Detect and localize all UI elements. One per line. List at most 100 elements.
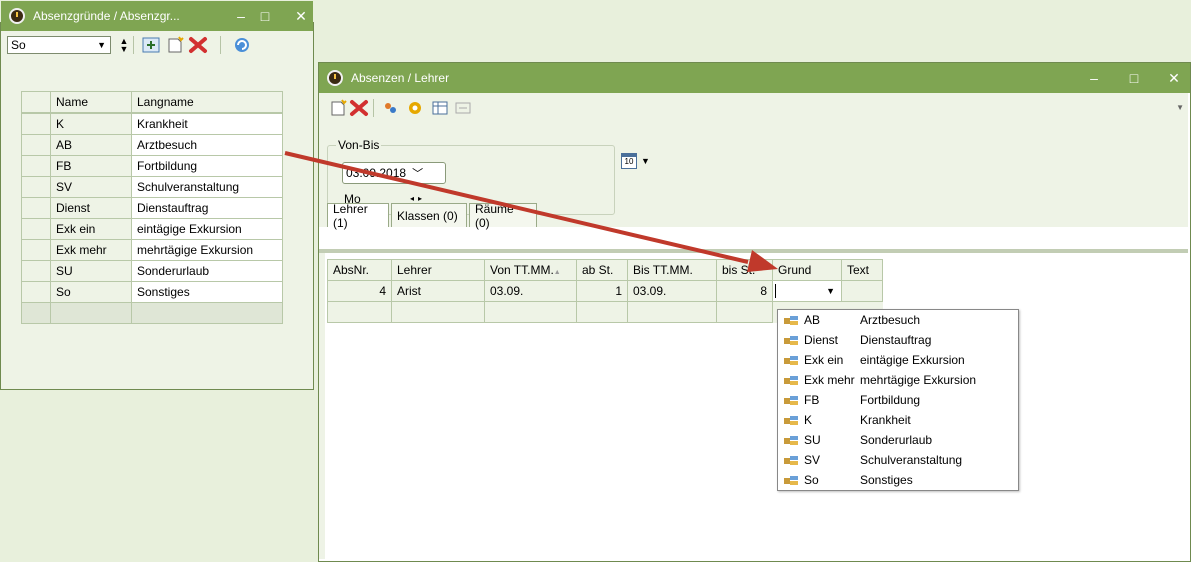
absenzgruende-titlebar[interactable]: Absenzgründe / Absenzgr... – □ ✕	[1, 1, 313, 31]
absenzen-titlebar[interactable]: Absenzen / Lehrer – □ ✕	[319, 63, 1190, 93]
tab-lehrer[interactable]: Lehrer (1)	[327, 202, 389, 230]
dropdown-item[interactable]: FB Fortbildung	[778, 390, 1018, 410]
chevron-down-icon[interactable]: ▼	[641, 156, 650, 166]
grund-combo[interactable]: ▼	[775, 283, 839, 300]
cell-name[interactable]: Dienst	[50, 197, 132, 219]
row-indicator[interactable]	[21, 260, 51, 282]
table-row[interactable]: SV Schulveranstaltung	[21, 176, 283, 198]
delete-x-icon[interactable]	[349, 99, 369, 117]
cell-name[interactable]: Exk ein	[50, 218, 132, 240]
import-icon[interactable]	[454, 100, 472, 116]
new-doc-icon[interactable]	[166, 36, 184, 54]
row-indicator[interactable]	[21, 218, 51, 240]
maximize-button[interactable]: □	[1122, 70, 1146, 86]
maximize-button[interactable]: □	[253, 8, 277, 24]
tab-klassen[interactable]: Klassen (0)	[391, 203, 467, 227]
users-icon[interactable]	[382, 100, 398, 116]
table-row[interactable]: So Sonstiges	[21, 281, 283, 303]
day-stepper[interactable]: ◂▸	[410, 194, 426, 203]
dropdown-item[interactable]: K Krankheit	[778, 410, 1018, 430]
column-header-grund[interactable]: Grund	[772, 259, 842, 281]
column-header-lehrer[interactable]: Lehrer	[391, 259, 485, 281]
table-row[interactable]: 4 Arist 03.09. 1 03.09. 8 ▼	[327, 280, 883, 302]
cell-name[interactable]: So	[50, 281, 132, 303]
cell-von[interactable]: 03.09.	[484, 280, 577, 302]
cell-langname[interactable]: eintägige Exkursion	[131, 218, 283, 240]
column-header-von[interactable]: Von TT.MM.▲	[484, 259, 577, 281]
row-indicator[interactable]	[21, 155, 51, 177]
grund-dropdown-list[interactable]: AB Arztbesuch Dienst Dienstauftrag Exk ein ei…	[777, 309, 1019, 491]
dropdown-item[interactable]: Exk mehr mehrtägige Exkursion	[778, 370, 1018, 390]
cell-name[interactable]: AB	[50, 134, 132, 156]
cell-langname[interactable]: Fortbildung	[131, 155, 283, 177]
table-row[interactable]: SU Sonderurlaub	[21, 260, 283, 282]
refresh-icon[interactable]	[233, 36, 251, 54]
column-header-name[interactable]: Name	[50, 91, 132, 113]
cell-langname[interactable]: Krankheit	[131, 113, 283, 135]
toolbar-overflow-icon[interactable]: ▼	[1176, 103, 1184, 112]
chevron-down-icon[interactable]: ▼	[97, 40, 110, 50]
minimize-button[interactable]: –	[229, 8, 253, 24]
cell-name[interactable]: K	[50, 113, 132, 135]
date-picker[interactable]: 03.09.2018 ﹀	[342, 162, 446, 184]
gear-icon[interactable]	[406, 99, 424, 117]
table-row[interactable]: Exk ein eintägige Exkursion	[21, 218, 283, 240]
chevron-down-icon[interactable]: ▼	[826, 286, 835, 296]
cell-langname[interactable]: mehrtägige Exkursion	[131, 239, 283, 261]
grid-add-icon[interactable]	[142, 37, 160, 53]
calendar-button[interactable]: 10 ▼	[621, 153, 650, 169]
row-indicator[interactable]	[21, 197, 51, 219]
dropdown-item[interactable]: So Sonstiges	[778, 470, 1018, 490]
table-row[interactable]: FB Fortbildung	[21, 155, 283, 177]
minimize-button[interactable]: –	[1082, 70, 1106, 86]
dropdown-item-code: Dienst	[804, 333, 839, 347]
column-header-absnr[interactable]: AbsNr.	[327, 259, 392, 281]
cell-langname[interactable]: Arztbesuch	[131, 134, 283, 156]
table-icon[interactable]	[432, 100, 448, 116]
row-indicator[interactable]	[21, 176, 51, 198]
cell-absnr[interactable]: 4	[327, 280, 392, 302]
dropdown-item[interactable]: Exk ein eintägige Exkursion	[778, 350, 1018, 370]
cell-langname[interactable]: Dienstauftrag	[131, 197, 283, 219]
cell-name[interactable]: FB	[50, 155, 132, 177]
cell-name[interactable]: SU	[50, 260, 132, 282]
cell-langname[interactable]: Schulveranstaltung	[131, 176, 283, 198]
von-bis-label: Von-Bis	[336, 138, 382, 152]
cell-name[interactable]: SV	[50, 176, 132, 198]
chevron-down-icon[interactable]: ﹀	[412, 165, 423, 181]
tab-raeume[interactable]: Räume (0)	[469, 202, 537, 230]
filter-combo[interactable]: So ▼	[7, 36, 111, 54]
column-header-langname[interactable]: Langname	[131, 91, 283, 113]
cell-lehrer[interactable]: Arist	[391, 280, 485, 302]
dropdown-item-code: SU	[804, 433, 821, 447]
column-header-bis[interactable]: Bis TT.MM.	[627, 259, 717, 281]
table-row[interactable]: Dienst Dienstauftrag	[21, 197, 283, 219]
table-row[interactable]: Exk mehr mehrtägige Exkursion	[21, 239, 283, 261]
table-row[interactable]: K Krankheit	[21, 113, 283, 135]
dropdown-item[interactable]: AB Arztbesuch	[778, 310, 1018, 330]
close-button[interactable]: ✕	[289, 8, 313, 25]
close-button[interactable]: ✕	[1162, 70, 1186, 87]
cell-text[interactable]	[841, 280, 883, 302]
dropdown-item[interactable]: SV Schulveranstaltung	[778, 450, 1018, 470]
dropdown-item[interactable]: SU Sonderurlaub	[778, 430, 1018, 450]
dropdown-item[interactable]: Dienst Dienstauftrag	[778, 330, 1018, 350]
cell-langname[interactable]: Sonderurlaub	[131, 260, 283, 282]
cell-ab-st[interactable]: 1	[576, 280, 628, 302]
new-doc-icon[interactable]	[329, 99, 347, 117]
column-header-ab-st[interactable]: ab St.	[576, 259, 628, 281]
column-header-text[interactable]: Text	[841, 259, 883, 281]
row-indicator[interactable]	[21, 281, 51, 303]
cell-bis[interactable]: 03.09.	[627, 280, 717, 302]
cell-name[interactable]: Exk mehr	[50, 239, 132, 261]
cell-grund[interactable]: ▼	[772, 280, 842, 302]
row-indicator[interactable]	[21, 134, 51, 156]
cell-bis-st[interactable]: 8	[716, 280, 773, 302]
column-header-bis-st[interactable]: bis St.	[716, 259, 773, 281]
cell-langname[interactable]: Sonstiges	[131, 281, 283, 303]
spin-icon[interactable]: ▲ ▼	[119, 37, 129, 54]
delete-x-icon[interactable]	[188, 36, 208, 54]
table-row[interactable]: AB Arztbesuch	[21, 134, 283, 156]
row-indicator[interactable]	[21, 113, 51, 135]
row-indicator[interactable]	[21, 239, 51, 261]
